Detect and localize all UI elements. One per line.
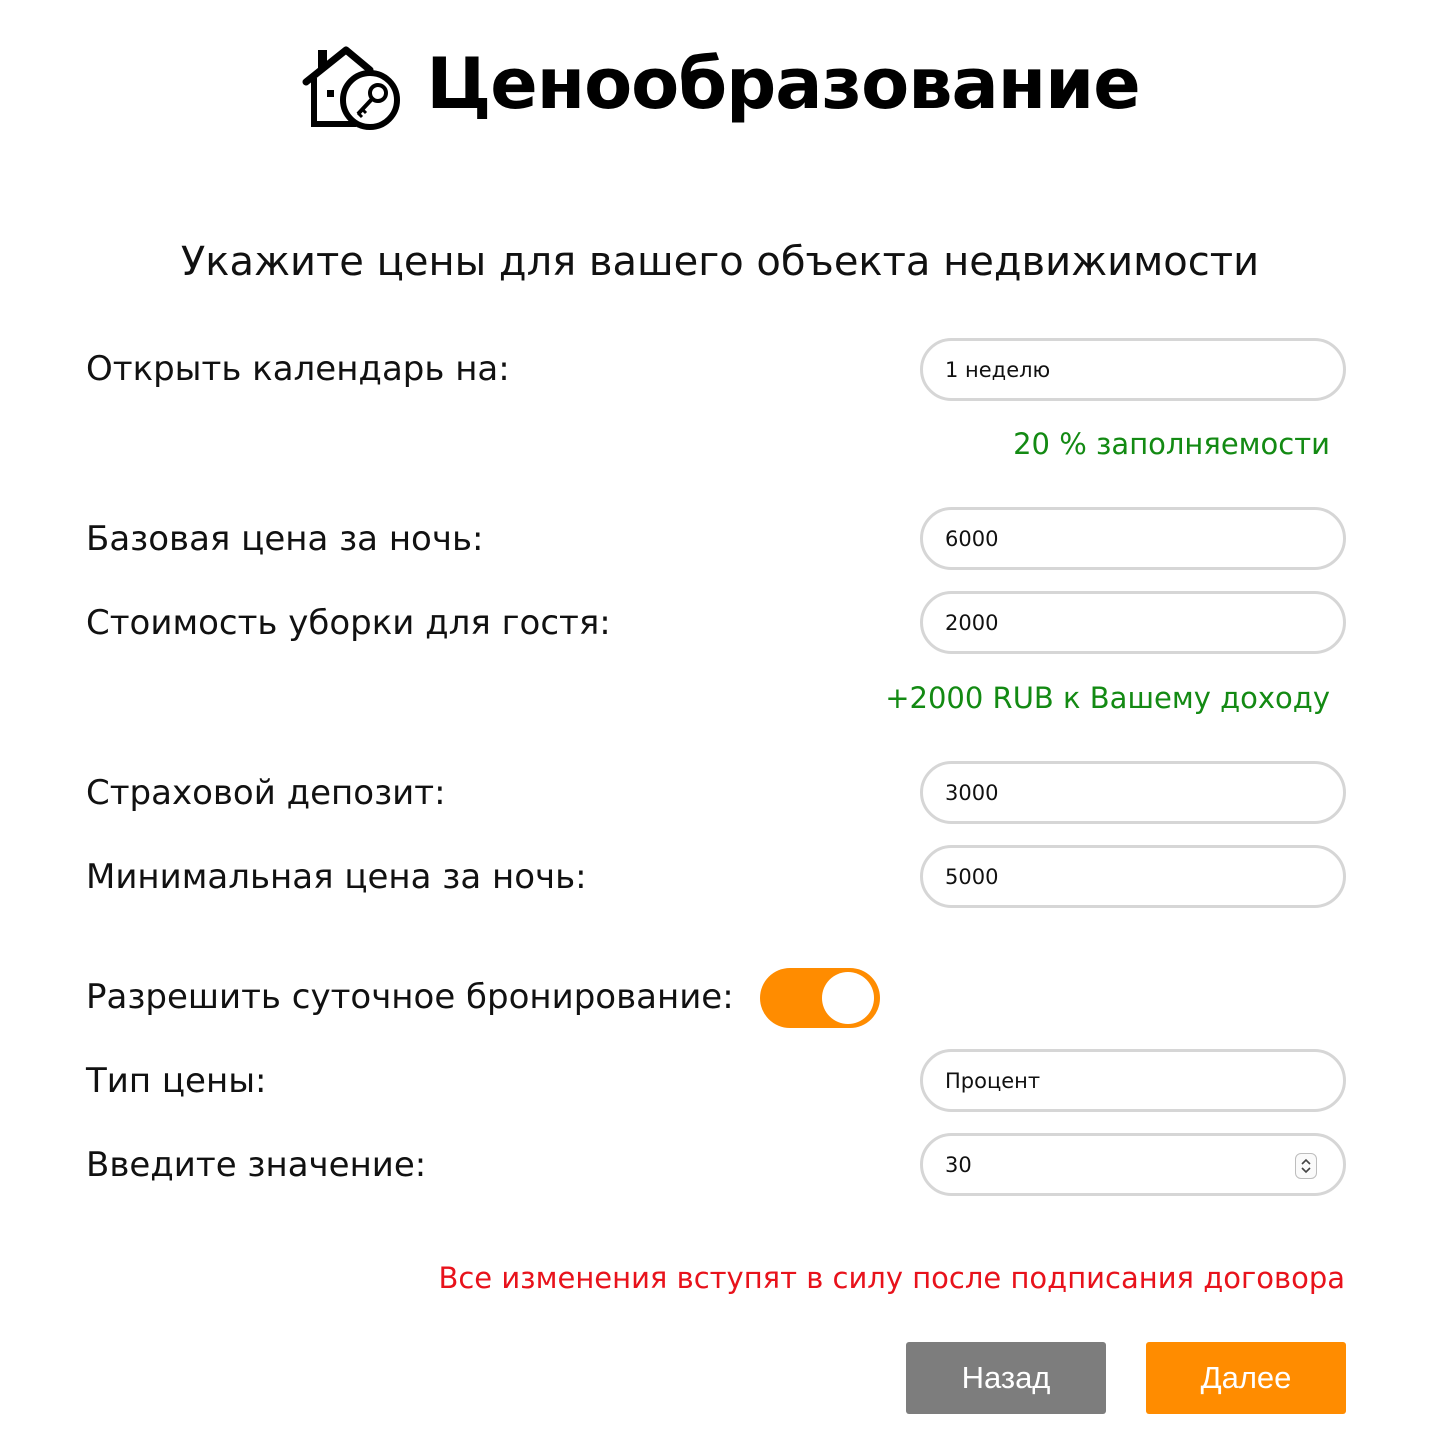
base-price-label: Базовая цена за ночь: — [86, 519, 484, 559]
back-button[interactable]: Назад — [906, 1342, 1106, 1414]
occupancy-note: 20 % заполняемости — [1013, 427, 1330, 461]
income-note: +2000 RUB к Вашему доходу — [885, 681, 1330, 715]
calendar-label: Открыть календарь на: — [86, 349, 510, 389]
page-subtitle: Укажите цены для вашего объекта недвижим… — [180, 239, 1260, 285]
amount-label: Введите значение: — [86, 1145, 427, 1185]
daily-booking-label: Разрешить суточное бронирование: — [86, 977, 734, 1017]
min-price-label: Минимальная цена за ночь: — [86, 857, 587, 897]
calendar-select[interactable]: 1 неделю — [920, 338, 1346, 401]
stepper-arrows-icon — [1301, 1158, 1311, 1174]
price-type-select[interactable]: Процент — [920, 1049, 1346, 1112]
cleaning-label: Стоимость уборки для гостя: — [86, 603, 611, 643]
daily-booking-toggle[interactable] — [760, 968, 880, 1028]
next-button[interactable]: Далее — [1146, 1342, 1346, 1414]
contract-warning: Все изменения вступят в силу после подпи… — [438, 1261, 1345, 1295]
cleaning-input[interactable]: 2000 — [920, 591, 1346, 654]
price-type-label: Тип цены: — [86, 1061, 267, 1101]
page-header: Ценообразование — [0, 38, 1440, 130]
base-price-input[interactable]: 6000 — [920, 507, 1346, 570]
amount-field: 30 — [920, 1133, 1346, 1196]
number-stepper[interactable] — [1295, 1153, 1317, 1179]
toggle-knob — [822, 972, 874, 1024]
deposit-input[interactable]: 3000 — [920, 761, 1346, 824]
house-key-icon — [302, 46, 401, 130]
min-price-input[interactable]: 5000 — [920, 845, 1346, 908]
page-title: Ценообразование — [426, 43, 1140, 125]
amount-input[interactable]: 30 — [945, 1153, 972, 1177]
deposit-label: Страховой депозит: — [86, 773, 446, 813]
